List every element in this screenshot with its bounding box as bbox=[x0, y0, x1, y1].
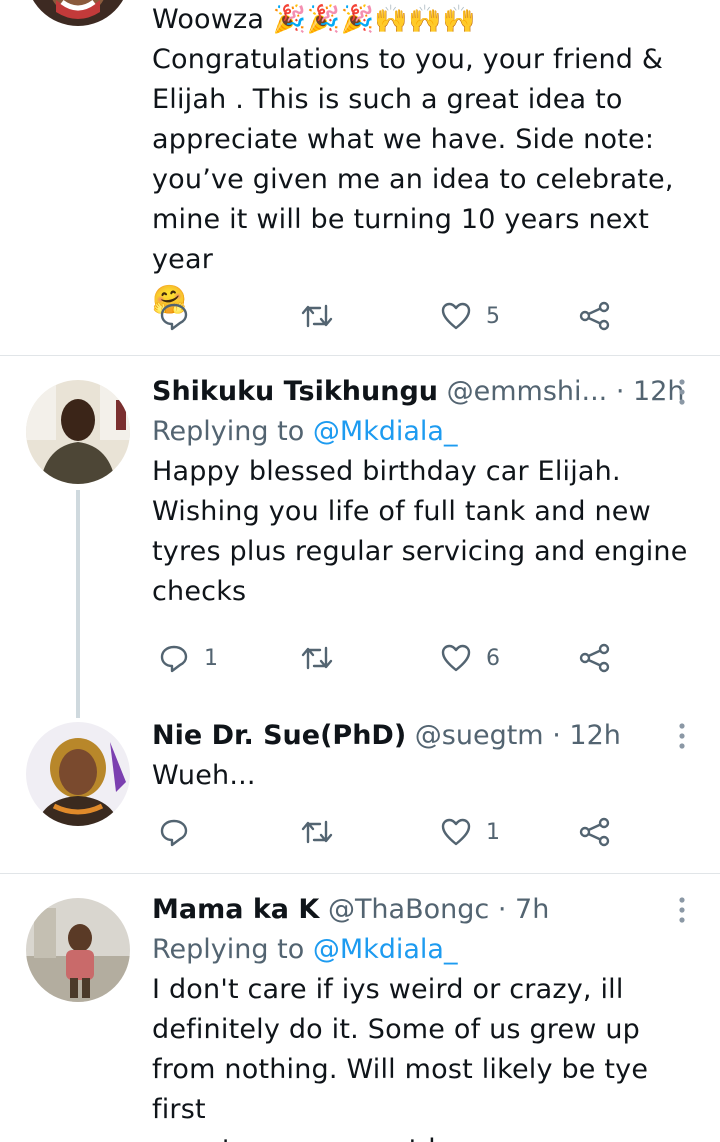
reply-button[interactable] bbox=[158, 810, 204, 854]
reply-button[interactable]: 1 bbox=[158, 636, 218, 680]
reply-button[interactable] bbox=[158, 294, 204, 338]
more-vertical-icon bbox=[678, 379, 686, 415]
timestamp[interactable]: 12h bbox=[569, 720, 620, 751]
share-icon bbox=[578, 816, 612, 848]
tweet-text-line: tyres plus regular servicing and engine bbox=[152, 536, 688, 567]
tweet-text-line: I don't care if iys weird or crazy, ill bbox=[152, 974, 624, 1005]
reply-count: 1 bbox=[204, 645, 218, 671]
tweet-actions: 1 6 bbox=[0, 636, 720, 680]
tweet-header: Nie Dr. Sue(PhD) @suegtm · 12h bbox=[152, 716, 700, 756]
replying-to-mention[interactable]: @Mkdiala_ bbox=[313, 934, 458, 965]
tweet[interactable]: Nie Dr. Sue(PhD) @suegtm · 12h Wueh... 1 bbox=[0, 700, 720, 872]
tweet-text-line: Woowza 🎉🎉🎉🙌🙌🙌 bbox=[152, 4, 476, 35]
tweet-actions: 1 bbox=[0, 810, 720, 854]
replying-to-label: Replying to bbox=[152, 416, 313, 447]
reply-bubble-icon bbox=[158, 816, 190, 848]
display-name[interactable]: Mama ka K bbox=[152, 894, 319, 925]
tweet-text-line: from nothing. Will most likely be tye fi… bbox=[152, 1054, 649, 1125]
like-button[interactable]: 5 bbox=[440, 294, 500, 338]
tweet-text: Wueh... bbox=[152, 756, 700, 796]
replying-to-mention[interactable]: @Mkdiala_ bbox=[313, 416, 458, 447]
more-options-button[interactable] bbox=[664, 372, 700, 412]
replying-to: Replying to @Mkdiala_ bbox=[152, 930, 700, 970]
tweet-header: Shikuku Tsikhungu @emmshi... · 12h bbox=[152, 372, 700, 412]
tweet-text: Happy blessed birthday car Elijah. Wishi… bbox=[152, 452, 700, 612]
replying-to: Replying to @Mkdiala_ bbox=[152, 412, 700, 452]
display-name[interactable]: Nie Dr. Sue(PhD) bbox=[152, 720, 406, 751]
reply-bubble-icon bbox=[158, 642, 190, 674]
tweet-text-line: definitely do it. Some of us grew up bbox=[152, 1014, 641, 1045]
share-icon bbox=[578, 300, 612, 332]
heart-icon bbox=[440, 816, 472, 848]
more-vertical-icon bbox=[678, 723, 686, 759]
replying-to-label: Replying to bbox=[152, 934, 313, 965]
separator-dot: · bbox=[497, 894, 507, 925]
heart-icon bbox=[440, 642, 472, 674]
tweet-text-line: Congratulations to you, your friend & bbox=[152, 44, 664, 75]
tweet-text-line: mine it will be turning 10 years next ye… bbox=[152, 204, 650, 275]
retweet-icon bbox=[300, 642, 334, 674]
more-vertical-icon bbox=[678, 897, 686, 933]
tweet[interactable]: Mama ka K @ThaBongc · 7h Replying to @Mk… bbox=[0, 874, 720, 1142]
separator-dot: · bbox=[615, 376, 625, 407]
tweet-text: I don't care if iys weird or crazy, ill … bbox=[152, 970, 700, 1142]
more-options-button[interactable] bbox=[664, 890, 700, 930]
tweet[interactable]: Woowza 🎉🎉🎉🙌🙌🙌 Congratulations to you, yo… bbox=[0, 0, 720, 355]
retweet-button[interactable] bbox=[300, 294, 348, 338]
avatar[interactable] bbox=[26, 898, 130, 1002]
display-name[interactable]: Shikuku Tsikhungu bbox=[152, 376, 438, 407]
timestamp[interactable]: 7h bbox=[515, 894, 549, 925]
like-button[interactable]: 1 bbox=[440, 810, 500, 854]
tweet-actions: 5 bbox=[0, 294, 720, 338]
user-handle[interactable]: @suegtm bbox=[415, 720, 544, 751]
like-count: 5 bbox=[486, 303, 500, 329]
heart-icon bbox=[440, 300, 472, 332]
tweet-text-line: Wishing you life of full tank and new bbox=[152, 496, 651, 527]
share-button[interactable] bbox=[578, 636, 612, 680]
retweet-icon bbox=[300, 300, 334, 332]
share-button[interactable] bbox=[578, 810, 612, 854]
reply-bubble-icon bbox=[158, 300, 190, 332]
user-handle[interactable]: @ThaBongc bbox=[328, 894, 489, 925]
tweet-text-line: you’ve given me an idea to celebrate, bbox=[152, 164, 674, 195]
tweet-text-line: appreciate what we have. Side note: bbox=[152, 124, 655, 155]
tweet[interactable]: Shikuku Tsikhungu @emmshi... · 12h Reply… bbox=[0, 356, 720, 696]
tweet-header: Mama ka K @ThaBongc · 7h bbox=[152, 890, 700, 930]
share-icon bbox=[578, 642, 612, 674]
more-options-button[interactable] bbox=[664, 716, 700, 756]
retweet-button[interactable] bbox=[300, 636, 348, 680]
tweet-text-line: Wueh... bbox=[152, 760, 256, 791]
like-button[interactable]: 6 bbox=[440, 636, 500, 680]
tweet-text-line: checks bbox=[152, 576, 247, 607]
share-button[interactable] bbox=[578, 294, 612, 338]
avatar[interactable] bbox=[26, 380, 130, 484]
retweet-icon bbox=[300, 816, 334, 848]
tweet-text-line: Happy blessed birthday car Elijah. bbox=[152, 456, 621, 487]
avatar[interactable] bbox=[26, 0, 130, 26]
tweet-text-line: ever to owna car at home. bbox=[152, 1130, 700, 1142]
tweet-text-line: Elijah . This is such a great idea to bbox=[152, 84, 623, 115]
user-handle[interactable]: @emmshi... bbox=[447, 376, 608, 407]
like-count: 1 bbox=[486, 819, 500, 845]
tweet-text: Woowza 🎉🎉🎉🙌🙌🙌 Congratulations to you, yo… bbox=[152, 0, 700, 320]
retweet-button[interactable] bbox=[300, 810, 348, 854]
like-count: 6 bbox=[486, 645, 500, 671]
separator-dot: · bbox=[552, 720, 561, 751]
